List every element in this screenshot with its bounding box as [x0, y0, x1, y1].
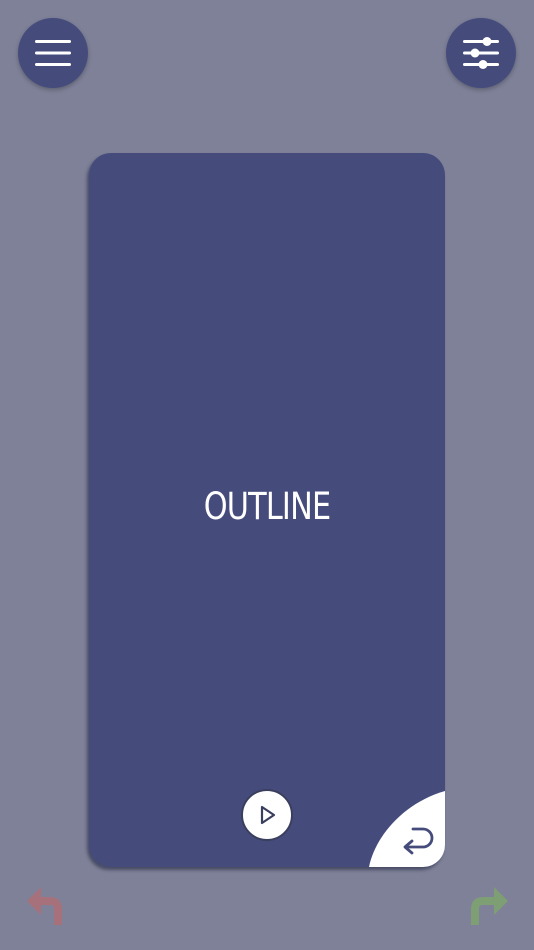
settings-button[interactable]	[446, 18, 516, 88]
flash-card[interactable]: OUTLINE	[89, 153, 445, 867]
menu-button[interactable]	[18, 18, 88, 88]
sliders-icon	[463, 37, 499, 69]
play-icon	[260, 805, 276, 825]
hamburger-menu-icon	[35, 40, 71, 66]
play-audio-button[interactable]	[241, 789, 293, 841]
undo-arrow-icon	[27, 887, 62, 925]
redo-arrow-icon	[471, 887, 508, 925]
redo-button[interactable]	[466, 883, 510, 927]
card-word: OUTLINE	[203, 485, 331, 528]
flip-card-button[interactable]	[369, 791, 445, 867]
undo-button[interactable]	[25, 883, 69, 927]
